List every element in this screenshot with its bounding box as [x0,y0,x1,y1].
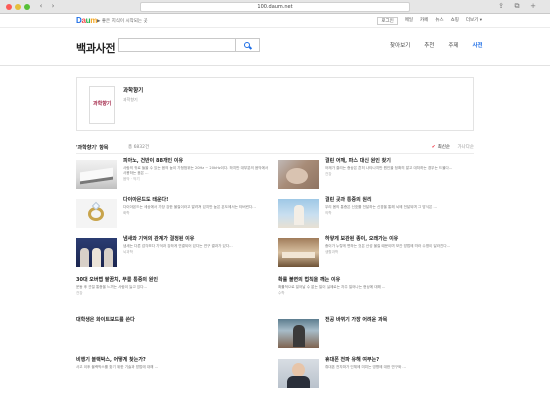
forward-icon[interactable]: › [48,2,58,11]
article-thumbnail[interactable] [278,199,319,228]
article-item[interactable]: 하얗게 보관된 종이, 오래가는 이유 종이가 누렇게 변하는 것은 산성 물질… [278,236,474,274]
article-description: 냄새는 다른 감각보다 기억과 강하게 연결되어 있다는 연구 결과가 있다..… [123,244,233,248]
nav-browse[interactable]: 찾아보기 [390,41,410,49]
mail-link[interactable]: 메일 [405,17,413,25]
portal-menu: 로그인 메일 카페 뉴스 쇼핑 더보기 ▾ [377,17,482,25]
article-category: 건강 [76,291,83,295]
article-title[interactable]: 다이아몬드도 태운다! [123,197,272,204]
search-input[interactable] [118,38,236,52]
article-item[interactable]: 결린 어깨, 파스 대신 원인 찾기 어깨가 결리는 증상은 흔히 나타나지만 … [278,158,474,196]
article-item[interactable]: 피아노, 건반이 88개인 이유 사람의 귀로 들을 수 있는 음의 높이 가청… [76,158,272,196]
article-title[interactable]: 결린 어깨, 파스 대신 원인 찾기 [325,158,474,165]
article-item[interactable]: 냄새와 기억의 관계가 결정된 이유 냄새는 다른 감각보다 기억과 강하게 연… [76,236,272,274]
article-item[interactable]: 대학생은 화이트보드를 쓴다 [76,317,272,355]
article-item[interactable]: 휴대폰 전파 유해 여부는? 휴대폰 전자파가 인체에 미치는 영향에 대한 연… [278,357,474,395]
article-item[interactable]: 비행기 블랙박스, 어떻게 찾는가? 사고 이후 블랙박스를 찾기 위한 기술과… [76,357,272,395]
list-header: '과학향기' 항목 총 6832건 ✔ 최신순 가나다순 [76,142,474,154]
article-title[interactable]: 확률 불변의 법칙을 깨는 이유 [278,277,474,284]
article-category: 생활과학 [325,250,339,254]
article-item[interactable]: 다이아몬드도 태운다! 다이아몬드는 세상에서 가장 강한 물질이라고 알려져 … [76,197,272,235]
article-item[interactable]: 전공 바뀌기 가장 어려운 과목 [278,317,474,355]
encyclopedia-header: 백과사전 찾아보기 추천 주제 사전 [0,28,550,66]
address-bar[interactable]: 100.daum.net [140,2,410,12]
search-icon-handle [248,46,253,50]
article-category: 음악 · 악기 [123,177,140,181]
source-subtitle: 과학향기 [123,97,138,102]
article-title[interactable]: 하얗게 보관된 종이, 오래가는 이유 [325,236,474,243]
url-text: 100.daum.net [257,4,293,10]
article-description: 다이아몬드는 세상에서 가장 강한 물질이라고 알려져 있지만 높은 온도에서는… [123,205,256,209]
tabs-icon[interactable]: ⧉ [512,2,522,11]
new-tab-icon[interactable]: + [528,2,538,11]
article-category: 화학 [123,211,130,215]
shopping-link[interactable]: 쇼핑 [451,17,459,25]
source-name[interactable]: 과학향기 [123,86,143,94]
section-nav: 찾아보기 추천 주제 사전 [390,41,483,49]
article-thumbnail[interactable] [76,160,117,189]
nav-recommend[interactable]: 추천 [424,41,434,49]
article-description: 우리 몸의 통증은 신호를 전달하는 신경을 통해 뇌에 전달되며 그 방식은 … [325,205,437,209]
article-title[interactable]: 비행기 블랙박스, 어떻게 찾는가? [76,357,272,364]
article-thumbnail[interactable] [76,238,117,267]
sort-latest[interactable]: ✔ 최신순 [432,144,450,150]
portal-topbar: Daum ▶ 좋은 지식이 시작되는 곳 로그인 메일 카페 뉴스 쇼핑 더보기… [0,14,550,28]
check-icon: ✔ [431,145,436,150]
browser-toolbar: ‹ › 100.daum.net ⇪ ⧉ + [0,0,550,14]
news-link[interactable]: 뉴스 [435,17,443,25]
page-title[interactable]: 백과사전 [76,40,116,56]
article-description: 종이가 누렇게 변하는 것은 산성 물질 때문이며 보관 방법에 따라 수명이 … [325,244,451,248]
article-description: 휴대폰 전자파가 인체에 미치는 영향에 대한 연구와 ... [325,365,406,369]
article-title[interactable]: 결린 곳과 통증의 원리 [325,197,474,204]
article-title[interactable]: 냄새와 기억의 관계가 결정된 이유 [123,236,272,243]
source-logo[interactable]: 과학향기 [89,86,115,124]
article-description: 어깨가 결리는 증상은 흔히 나타나지만 원인을 정확히 알고 대처하는 경우는… [325,166,453,170]
back-icon[interactable]: ‹ [36,2,46,11]
article-title[interactable]: 30대 오버랩 팔꿈치, 무릎 통증의 원인 [76,277,272,284]
nav-dictionary[interactable]: 사전 [473,41,483,49]
article-thumbnail[interactable] [278,238,319,267]
article-title[interactable]: 전공 바뀌기 가장 어려운 과목 [325,317,474,324]
article-category: 뇌과학 [123,250,133,254]
search-button[interactable] [236,38,260,52]
article-description: 확률적으로 일어날 수 없는 일이 실제로는 자주 일어나는 현상에 대해 ..… [278,285,386,289]
maximize-window-icon[interactable] [24,4,30,10]
article-item[interactable]: 30대 오버랩 팔꿈치, 무릎 통증의 원인 운동 후 관절 통증을 느끼는 사… [76,277,272,315]
article-category: 의학 [325,211,332,215]
article-title[interactable]: 휴대폰 전파 유해 여부는? [325,357,474,364]
cafe-link[interactable]: 카페 [420,17,428,25]
article-description: 사고 이후 블랙박스를 찾기 위한 기술과 방법에 대해 ... [76,365,158,369]
article-thumbnail[interactable] [278,319,319,348]
source-profile: 과학향기 과학향기 과학향기 [76,77,474,131]
sort-alphabetical[interactable]: 가나다순 [457,144,474,150]
login-link[interactable]: 로그인 [377,17,398,25]
portal-tagline[interactable]: ▶ 좋은 지식이 시작되는 곳 [97,18,148,24]
list-title: '과학향기' 항목 [76,145,109,151]
minimize-window-icon[interactable] [15,4,21,10]
daum-logo[interactable]: Daum [76,16,97,25]
article-description: 사람의 귀로 들을 수 있는 음의 높이 가청범위는 20Hz ~ 20kHz이… [123,166,269,175]
article-category: 수학 [278,291,285,295]
article-description: 운동 후 관절 통증을 느끼는 사람이 늘고 있다... [76,285,147,289]
article-thumbnail[interactable] [278,160,319,189]
article-thumbnail[interactable] [278,359,319,388]
article-item[interactable]: 확률 불변의 법칙을 깨는 이유 확률적으로 일어날 수 없는 일이 실제로는 … [278,277,474,315]
article-category: 건강 [325,172,332,176]
share-icon[interactable]: ⇪ [496,2,506,11]
article-title[interactable]: 피아노, 건반이 88개인 이유 [123,158,272,165]
close-window-icon[interactable] [6,4,12,10]
article-title[interactable]: 대학생은 화이트보드를 쓴다 [76,317,272,324]
more-link[interactable]: 더보기 ▾ [466,17,482,25]
article-item[interactable]: 결린 곳과 통증의 원리 우리 몸의 통증은 신호를 전달하는 신경을 통해 뇌… [278,197,474,235]
list-count: 총 6832건 [128,145,150,150]
article-thumbnail[interactable] [76,199,117,228]
nav-topics[interactable]: 주제 [448,41,458,49]
